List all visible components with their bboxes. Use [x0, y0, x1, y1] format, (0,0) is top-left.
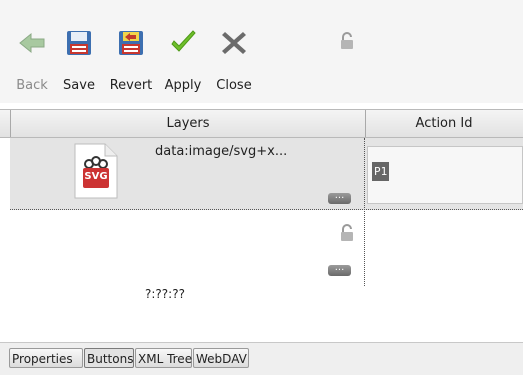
tab-properties[interactable]: Properties: [9, 348, 83, 368]
layer-name: data:image/svg+x...: [155, 144, 288, 159]
toolbar: Back Save Revert Apply Close: [0, 0, 523, 103]
apply-label: Apply: [164, 78, 202, 93]
revert-label: Revert: [109, 78, 153, 93]
revert-button[interactable]: Revert: [107, 0, 155, 100]
save-label: Save: [63, 78, 95, 93]
column-header-layers[interactable]: Layers: [10, 110, 366, 137]
lock-icon[interactable]: [340, 224, 354, 242]
back-arrow-icon: [19, 32, 45, 54]
action-id-cell[interactable]: [367, 146, 523, 204]
svg-icon-label: SVG: [84, 171, 108, 182]
save-button[interactable]: Save: [59, 0, 99, 100]
floppy-disk-icon: [67, 31, 91, 55]
column-divider: [364, 138, 365, 286]
tab-buttons[interactable]: Buttons: [84, 348, 134, 368]
close-label: Close: [216, 78, 252, 93]
close-button[interactable]: Close: [212, 0, 256, 100]
checkmark-icon: [171, 30, 196, 52]
lock-icon[interactable]: [340, 32, 354, 50]
tab-webdav[interactable]: WebDAV: [193, 348, 249, 368]
tab-xml-tree[interactable]: XML Tree: [135, 348, 192, 368]
apply-button[interactable]: Apply: [160, 0, 206, 100]
more-button[interactable]: ...: [328, 191, 351, 204]
back-label: Back: [16, 78, 48, 93]
more-button[interactable]: ...: [328, 263, 351, 276]
action-id-badge: P1: [372, 162, 390, 181]
table-header: Layers Action Id: [0, 109, 523, 138]
close-x-icon: [222, 32, 246, 54]
revert-icon: [119, 31, 143, 55]
bottom-tab-bar: Properties Buttons XML Tree WebDAV: [0, 342, 523, 375]
layer-name: ?:??:??: [145, 287, 185, 301]
back-button[interactable]: Back: [12, 0, 52, 100]
column-header-action-id[interactable]: Action Id: [365, 110, 523, 137]
